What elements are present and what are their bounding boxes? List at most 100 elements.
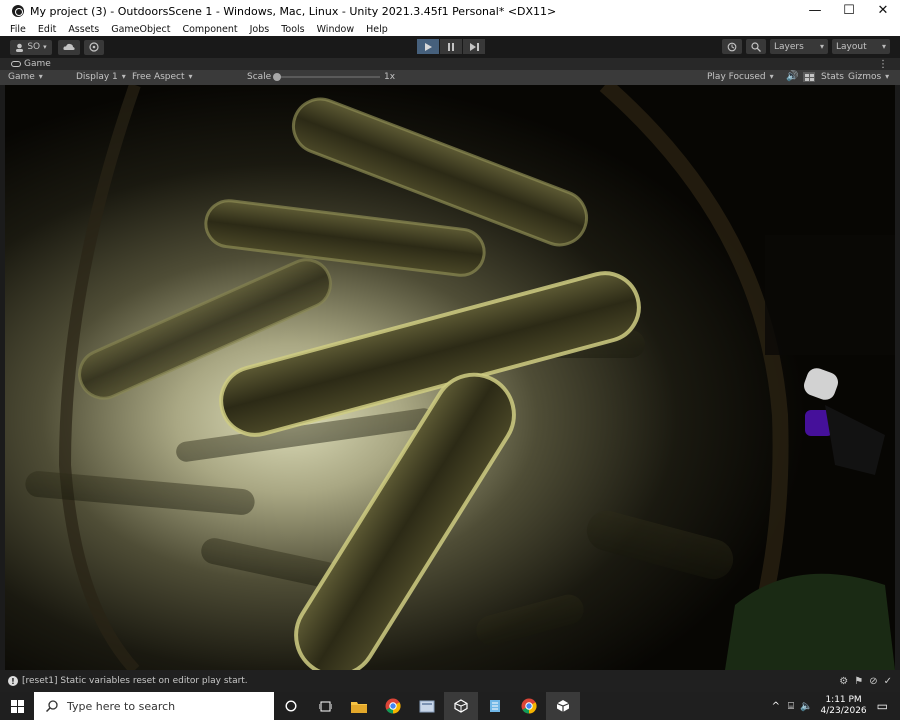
menu-jobs[interactable]: Jobs <box>244 24 276 35</box>
game-viewport[interactable] <box>5 85 895 670</box>
account-dropdown[interactable]: SO ▾ <box>10 39 52 55</box>
unity-editor-button[interactable] <box>546 692 580 720</box>
pause-button[interactable] <box>440 39 462 54</box>
check-icon[interactable]: ✓ <box>884 676 892 687</box>
game-control-bar: Game Display 1 Free Aspect Scale 1x Play… <box>0 70 900 85</box>
right-panel-edge <box>895 85 900 670</box>
file-explorer-button[interactable] <box>342 692 376 720</box>
notifications-icon[interactable]: ▭ <box>877 699 888 713</box>
game-mode-dropdown[interactable]: Game <box>8 72 68 82</box>
display-dropdown[interactable]: Display 1 <box>76 72 126 82</box>
taskbar-search-box[interactable]: Type here to search <box>34 692 274 720</box>
search-icon <box>751 41 761 52</box>
menu-help[interactable]: Help <box>360 24 394 35</box>
chrome-button-2[interactable] <box>512 692 546 720</box>
mute-audio-icon[interactable]: 🔊 <box>786 71 798 82</box>
search-placeholder: Type here to search <box>67 699 176 713</box>
layout-dropdown[interactable]: Layout <box>832 39 890 54</box>
task-view-icon <box>318 701 332 711</box>
debug-icon[interactable]: ⚙ <box>839 676 848 687</box>
more-options-icon[interactable]: ⋮ <box>878 59 888 70</box>
menu-bar: File Edit Assets GameObject Component Jo… <box>0 22 900 36</box>
play-icon <box>425 42 432 51</box>
account-label: SO <box>27 42 41 52</box>
menu-gameobject[interactable]: GameObject <box>105 24 176 35</box>
stats-toggle[interactable]: Stats <box>821 72 844 82</box>
tab-game[interactable]: Game <box>24 59 51 69</box>
pause-icon <box>448 42 454 51</box>
display-label: Display 1 <box>76 72 118 82</box>
unity-logo-icon <box>556 700 570 712</box>
windows-taskbar: Type here to search ^ ⌸ 🔈 1:11 PM 4/23/2… <box>0 692 900 720</box>
notepad-button[interactable] <box>478 692 512 720</box>
layout-label: Layout <box>836 41 867 52</box>
step-button[interactable] <box>463 39 485 54</box>
chrome-button[interactable] <box>376 692 410 720</box>
clock[interactable]: 1:11 PM 4/23/2026 <box>821 695 867 717</box>
chrome-icon <box>521 698 537 714</box>
close-button[interactable]: ✕ <box>866 0 900 22</box>
notebook-icon <box>490 700 500 712</box>
menu-tools[interactable]: Tools <box>275 24 310 35</box>
clock-time: 1:11 PM <box>825 695 862 705</box>
aspect-label: Free Aspect <box>132 72 185 82</box>
gizmos-dropdown[interactable]: Gizmos <box>848 72 889 82</box>
account-icon <box>16 43 24 52</box>
window-title: My project (3) - OutdoorsScene 1 - Windo… <box>30 4 557 18</box>
gizmos-label: Gizmos <box>848 72 882 82</box>
unity-hub-button[interactable] <box>444 692 478 720</box>
search-button[interactable] <box>746 39 766 54</box>
collab-button[interactable] <box>84 39 104 55</box>
windows-logo-icon <box>10 699 24 713</box>
layers-label: Layers <box>774 41 804 52</box>
menu-assets[interactable]: Assets <box>62 24 105 35</box>
maximize-button[interactable]: ☐ <box>832 0 866 22</box>
cloud-icon <box>63 43 75 50</box>
grid-icon <box>804 73 814 81</box>
clock-date: 4/23/2026 <box>820 706 867 716</box>
play-button[interactable] <box>417 39 439 54</box>
minimize-button[interactable]: — <box>798 0 832 22</box>
cortana-button[interactable] <box>274 692 308 720</box>
scale-slider-handle[interactable] <box>273 73 281 81</box>
scale-label: Scale <box>247 72 272 82</box>
volume-icon[interactable]: 🔈 <box>800 701 812 712</box>
aspect-dropdown[interactable]: Free Aspect <box>132 72 240 82</box>
game-mode-label: Game <box>8 72 35 82</box>
cloud-button[interactable] <box>58 39 80 55</box>
layers-dropdown[interactable]: Layers <box>770 39 828 54</box>
start-button[interactable] <box>0 692 34 720</box>
app-button[interactable] <box>410 692 444 720</box>
collab-icon <box>89 42 99 52</box>
console-status-bar[interactable]: ! [reset1] Static variables reset on edi… <box>0 670 900 692</box>
menu-window[interactable]: Window <box>311 24 360 35</box>
chevron-up-icon[interactable]: ^ <box>772 701 780 712</box>
chevron-down-icon: ▾ <box>43 43 47 51</box>
window-titlebar: My project (3) - OutdoorsScene 1 - Windo… <box>0 0 900 22</box>
game-render <box>5 85 895 670</box>
main-toolbar: SO ▾ Layers Layout <box>0 36 900 58</box>
history-icon <box>727 42 737 51</box>
menu-component[interactable]: Component <box>176 24 243 35</box>
game-tab-row: Game ⋮ <box>0 58 900 70</box>
history-button[interactable] <box>722 39 742 54</box>
play-controls <box>417 39 486 54</box>
network-icon[interactable]: ⌸ <box>788 701 794 712</box>
circle-icon <box>285 700 297 712</box>
scale-slider-track[interactable] <box>274 76 380 78</box>
unity-cube-icon <box>454 699 468 713</box>
menu-edit[interactable]: Edit <box>32 24 62 35</box>
unity-logo-icon <box>12 5 24 17</box>
task-view-button[interactable] <box>308 692 342 720</box>
window-app-icon <box>419 700 435 713</box>
info-icon: ! <box>8 676 18 686</box>
menu-file[interactable]: File <box>4 24 32 35</box>
chrome-icon <box>385 698 401 714</box>
play-focused-dropdown[interactable]: Play Focused <box>707 72 774 82</box>
network-icon[interactable]: ⊘ <box>869 676 877 687</box>
system-tray: ^ ⌸ 🔈 1:11 PM 4/23/2026 ▭ <box>772 692 900 720</box>
search-icon <box>46 700 58 712</box>
scale-value: 1x <box>384 72 396 82</box>
vsync-toggle[interactable] <box>803 72 815 82</box>
cache-icon[interactable]: ⚑ <box>854 676 863 687</box>
